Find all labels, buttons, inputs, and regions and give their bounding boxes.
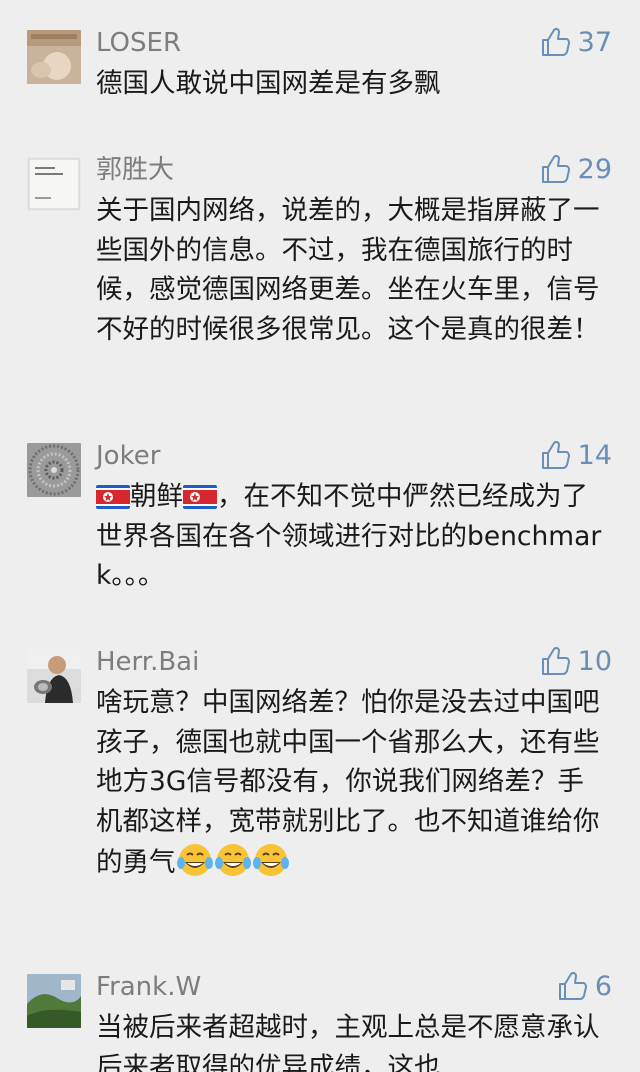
- like-count: 14: [577, 439, 612, 471]
- like-button[interactable]: 29: [540, 151, 612, 187]
- comment-list: LOSER 37 德国人敢说中国网差是有多飘 郭胜大 29 关于国内网络，说差的…: [0, 0, 640, 1072]
- thumbs-up-icon: [541, 646, 570, 675]
- username[interactable]: 郭胜大: [96, 153, 174, 187]
- avatar[interactable]: [27, 157, 81, 211]
- like-count: 10: [577, 645, 612, 677]
- username[interactable]: LOSER: [96, 26, 181, 60]
- comment-text: 朝鲜 ，在不知不觉中俨然已经成为了世界各国在各个领域进行对比的benchmark…: [96, 477, 606, 596]
- like-count: 29: [577, 153, 612, 185]
- like-button[interactable]: 6: [557, 968, 612, 1004]
- comment-text: 当被后来者超越时，主观上总是不愿意承认后来者取得的优异成绩，这也: [96, 1012, 600, 1072]
- username[interactable]: Joker: [96, 439, 160, 473]
- north-korea-flag-icon: [96, 485, 130, 509]
- tears-of-joy-icon: [176, 844, 213, 876]
- avatar[interactable]: [27, 974, 81, 1028]
- tears-of-joy-icon: [252, 844, 289, 876]
- avatar-image: [27, 30, 81, 84]
- avatar[interactable]: [27, 443, 81, 497]
- thumbs-up-icon: [541, 440, 570, 469]
- avatar-image: [27, 649, 81, 703]
- thumbs-up-icon: [558, 971, 587, 1000]
- comment-text-part: 啥玩意？中国网络差？怕你是没去过中国吧孩子，德国也就中国一个省那么大，还有些地方…: [96, 687, 600, 878]
- like-button[interactable]: 37: [540, 24, 612, 60]
- avatar-image: [27, 443, 81, 497]
- avatar[interactable]: [27, 649, 81, 703]
- like-button[interactable]: 10: [540, 643, 612, 679]
- username[interactable]: Frank.W: [96, 970, 201, 1004]
- tears-of-joy-icon: [214, 844, 251, 876]
- username[interactable]: Herr.Bai: [96, 645, 199, 679]
- comment-text: 德国人敢说中国网差是有多飘: [96, 68, 441, 99]
- thumbs-up-icon: [541, 27, 570, 56]
- avatar-image: [27, 157, 81, 211]
- comment-text: 啥玩意？中国网络差？怕你是没去过中国吧孩子，德国也就中国一个省那么大，还有些地方…: [96, 683, 606, 883]
- avatar[interactable]: [27, 30, 81, 84]
- like-count: 6: [594, 970, 612, 1002]
- thumbs-up-icon: [541, 154, 570, 183]
- avatar-image: [27, 974, 81, 1028]
- like-button[interactable]: 14: [540, 437, 612, 473]
- north-korea-flag-icon: [183, 485, 217, 509]
- like-count: 37: [577, 26, 612, 58]
- comment-text: 关于国内网络，说差的，大概是指屏蔽了一些国外的信息。不过，我在德国旅行的时候，感…: [96, 195, 600, 345]
- comment-text-part: 朝鲜: [130, 481, 183, 512]
